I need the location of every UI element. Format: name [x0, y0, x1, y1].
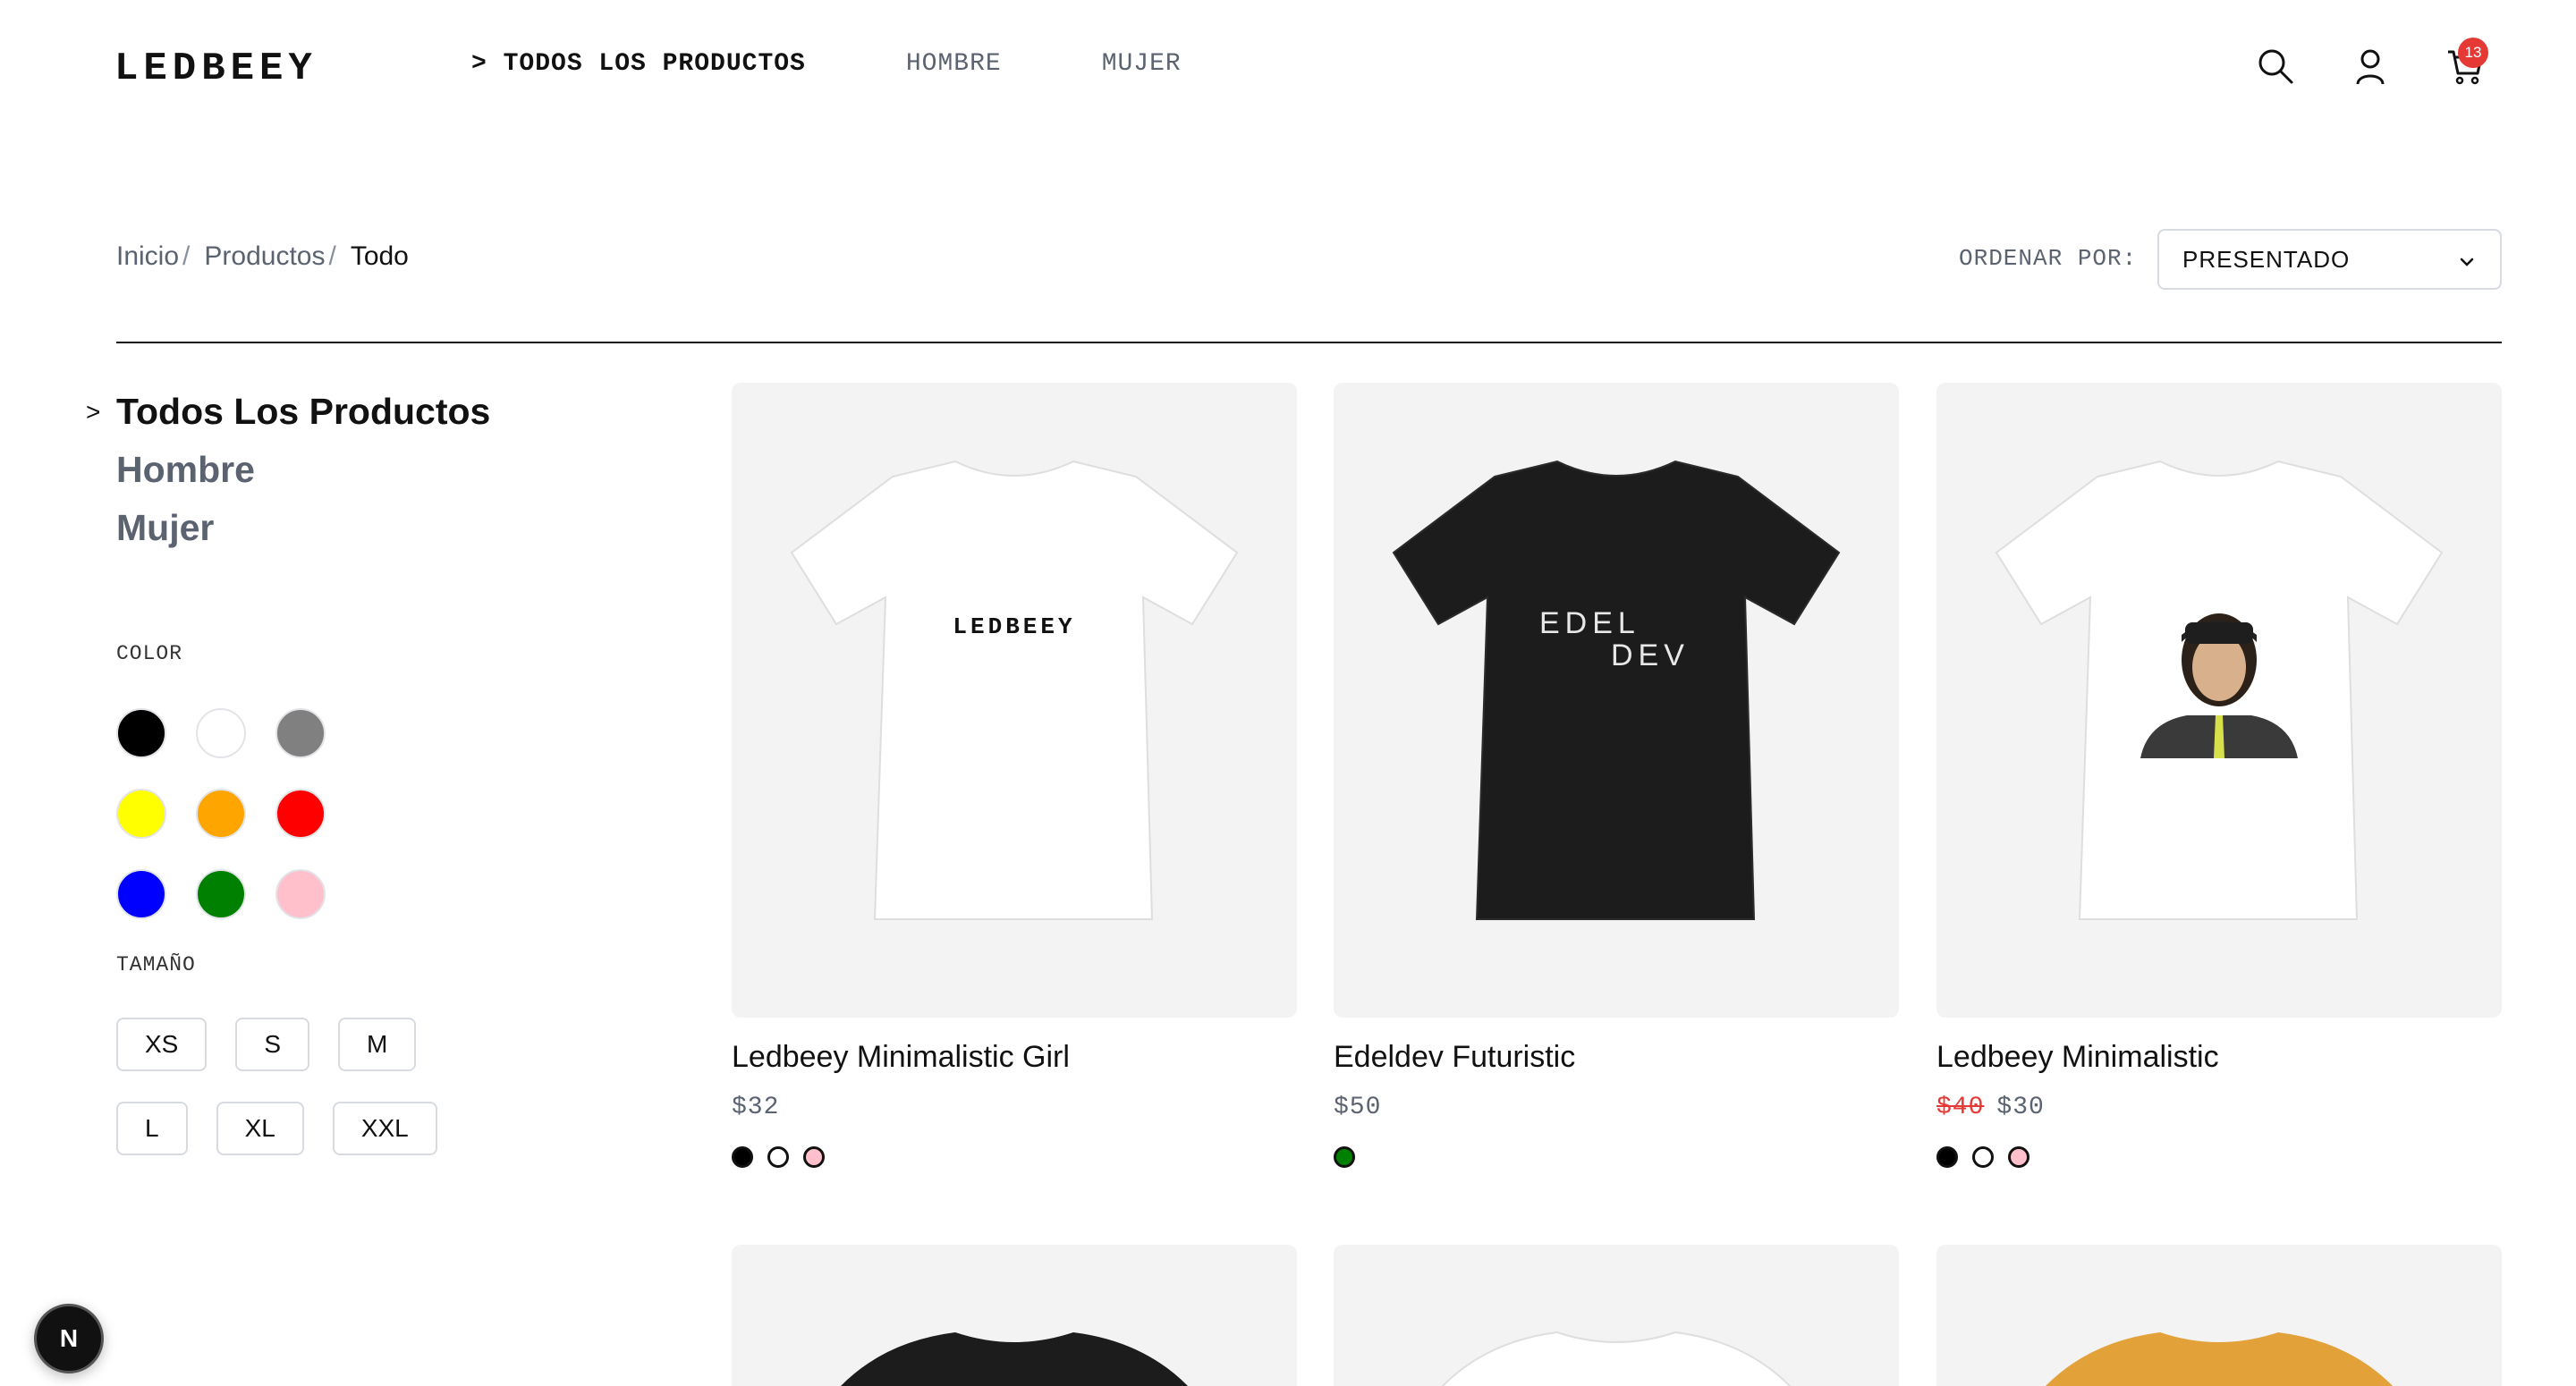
category-list: > Todos Los Productos Hombre Mujer	[86, 383, 491, 557]
svg-text:LEDBEEY: LEDBEEY	[114, 46, 318, 86]
product-card[interactable]: Ledbeey Minimalistic $40 $30	[1936, 383, 2502, 1187]
product-card[interactable]	[732, 1245, 1297, 1386]
sort-selected-value: PRESENTADO	[2182, 245, 2351, 273]
active-category-marker: >	[86, 398, 101, 426]
color-swatch-1[interactable]	[196, 708, 246, 758]
tshirt-image	[1995, 460, 2444, 920]
size-s[interactable]: S	[235, 1018, 310, 1071]
breadcrumb-separator: /	[328, 241, 336, 271]
svg-text:EDEL: EDEL	[1539, 606, 1640, 640]
product-name[interactable]: Ledbeey Minimalistic Girl	[732, 1040, 1070, 1075]
chevron-down-icon	[2460, 258, 2474, 266]
product-image[interactable]	[1936, 383, 2502, 1018]
nextjs-dev-badge[interactable]: N	[34, 1304, 104, 1373]
size-xxl[interactable]: XXL	[332, 1102, 437, 1155]
color-option-white[interactable]	[767, 1146, 789, 1168]
product-price-current: $50	[1334, 1094, 1382, 1121]
color-option-white[interactable]	[1972, 1146, 1994, 1168]
color-swatch-5[interactable]	[275, 789, 326, 839]
cart-count-badge: 13	[2458, 38, 2488, 68]
color-option-pink[interactable]	[803, 1146, 825, 1168]
color-swatch-2[interactable]	[275, 708, 326, 758]
size-l[interactable]: L	[116, 1102, 188, 1155]
tshirt-image: LEDBEEY	[790, 460, 1239, 920]
nav-hombre[interactable]: HOMBRE	[906, 50, 1002, 78]
product-card[interactable]	[1936, 1245, 2502, 1386]
size-xs[interactable]: XS	[116, 1018, 208, 1071]
product-price: $50	[1334, 1094, 1381, 1121]
product-color-options	[1334, 1146, 1355, 1168]
site-header: LEDBEEY > TODOS LOS PRODUCTOS HOMBRE MUJ…	[0, 0, 2576, 134]
nav-mujer[interactable]: MUJER	[1102, 50, 1182, 78]
product-color-options	[1936, 1146, 2029, 1168]
tshirt-image	[1441, 1331, 1792, 1386]
color-option-black[interactable]	[1936, 1146, 1958, 1168]
product-card[interactable]: LEDBEEY Ledbeey Minimalistic Girl $32	[732, 383, 1297, 1187]
main-nav: > TODOS LOS PRODUCTOS HOMBRE MUJER	[471, 50, 1282, 78]
size-xl[interactable]: XL	[216, 1102, 304, 1155]
ledbeey-logo[interactable]: LEDBEEY	[114, 45, 387, 86]
svg-text:LEDBEEY: LEDBEEY	[953, 613, 1075, 640]
tshirt-image	[2046, 1332, 2393, 1386]
toolbar-divider	[116, 342, 2502, 343]
color-option-green[interactable]	[1334, 1146, 1355, 1168]
color-swatch-7[interactable]	[196, 869, 246, 919]
sort-label: ORDENAR POR:	[1959, 245, 2138, 272]
tshirt-image: EDEL DEV	[1392, 460, 1841, 920]
size-m[interactable]: M	[338, 1018, 417, 1071]
product-image[interactable]: EDEL DEV	[1334, 383, 1899, 1018]
color-swatches	[116, 708, 385, 919]
nav-todos-los-productos[interactable]: > TODOS LOS PRODUCTOS	[471, 50, 806, 78]
nextjs-logo-icon: N	[60, 1324, 78, 1352]
product-color-options	[732, 1146, 825, 1168]
breadcrumb-separator: /	[182, 241, 191, 271]
category-todos-los-productos[interactable]: > Todos Los Productos	[86, 383, 491, 441]
product-image[interactable]: LEDBEEY	[732, 383, 1297, 1018]
color-swatch-8[interactable]	[275, 869, 326, 919]
size-options: XS S M L XL XXL	[116, 1018, 501, 1155]
category-label: Todos Los Productos	[116, 391, 491, 432]
breadcrumb-current: Todo	[350, 241, 409, 271]
category-mujer[interactable]: Mujer	[116, 499, 490, 557]
color-swatch-4[interactable]	[196, 789, 246, 839]
color-swatch-3[interactable]	[116, 789, 166, 839]
color-swatch-6[interactable]	[116, 869, 166, 919]
product-name[interactable]: Edeldev Futuristic	[1334, 1040, 1575, 1075]
breadcrumb: Inicio / Productos / Todo	[116, 241, 409, 272]
product-price: $40 $30	[1936, 1094, 2045, 1121]
sort-select[interactable]: PRESENTADO	[2157, 229, 2502, 290]
color-option-black[interactable]	[732, 1146, 753, 1168]
search-icon[interactable]	[2256, 46, 2295, 86]
breadcrumb-productos[interactable]: Productos	[204, 241, 325, 272]
product-image[interactable]	[1936, 1245, 2502, 1386]
product-price-current: $30	[1996, 1094, 2045, 1121]
color-option-pink[interactable]	[2008, 1146, 2029, 1168]
tshirt-image	[841, 1332, 1188, 1386]
breadcrumb-inicio[interactable]: Inicio	[116, 241, 179, 272]
product-image[interactable]	[732, 1245, 1297, 1386]
user-icon[interactable]	[2351, 46, 2390, 86]
product-price-current: $32	[732, 1094, 780, 1121]
product-price: $32	[732, 1094, 779, 1121]
svg-text:N: N	[60, 1324, 78, 1352]
size-filter-title: TAMAÑO	[116, 953, 196, 976]
product-price-old: $40	[1936, 1094, 1985, 1121]
product-card[interactable]	[1334, 1245, 1899, 1386]
product-image[interactable]	[1334, 1245, 1899, 1386]
svg-text:DEV: DEV	[1611, 638, 1690, 672]
color-filter-title: COLOR	[116, 642, 183, 665]
category-hombre[interactable]: Hombre	[116, 441, 490, 499]
product-card[interactable]: EDEL DEV Edeldev Futuristic $50	[1334, 383, 1899, 1187]
product-name[interactable]: Ledbeey Minimalistic	[1936, 1040, 2219, 1075]
color-swatch-0[interactable]	[116, 708, 166, 758]
